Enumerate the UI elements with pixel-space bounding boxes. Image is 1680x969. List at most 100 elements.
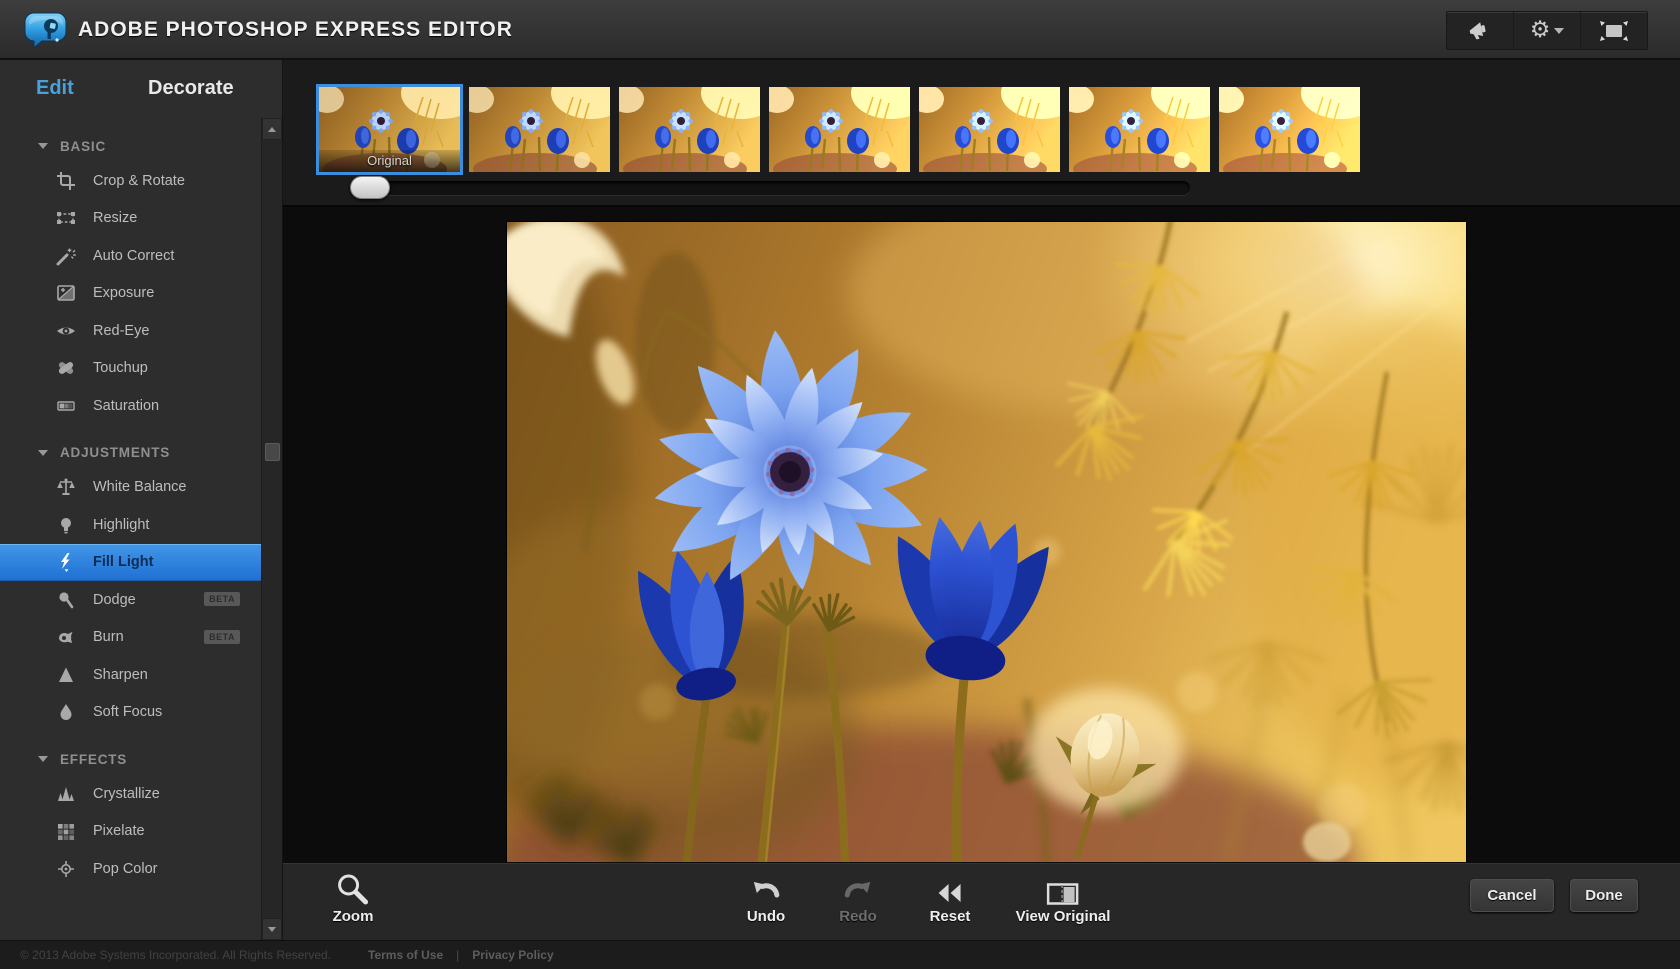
sidebar-item-label: Pixelate [93,823,145,839]
thumbnail-variant-3[interactable] [619,87,760,172]
footer-links: Terms of Use | Privacy Policy [368,948,554,962]
sidebar-item-resize[interactable]: Resize [0,200,262,238]
tab-edit[interactable]: Edit [36,60,74,112]
topbar-actions: ⚙ [1446,11,1648,50]
triangle-up-icon [268,127,276,132]
sidebar-item-touchup[interactable]: Touchup [0,350,262,388]
sidebar-item-label: Burn [93,629,124,645]
sidebar-item-label: Highlight [93,517,149,533]
privacy-policy-link[interactable]: Privacy Policy [472,948,553,962]
sidebar-item-white-balance[interactable]: White Balance [0,469,262,507]
section-label: BASIC [60,139,106,154]
terms-of-use-link[interactable]: Terms of Use [368,948,443,962]
thumbnail-variant-4[interactable] [769,87,910,172]
beta-badge: BETA [204,630,240,644]
triangle-down-icon [38,143,48,149]
sidebar-item-label: Crystallize [93,786,160,802]
triangle-down-icon [268,927,276,932]
undo-icon [747,872,785,906]
exposure-icon [56,283,76,303]
redo-button[interactable]: Redo [839,872,877,925]
fill-light-slider-handle[interactable] [350,176,390,199]
crystallize-icon [56,784,76,804]
section-header-basic[interactable]: BASIC [0,130,282,162]
sidebar-item-label: Red-Eye [93,323,149,339]
section-header-adjustments[interactable]: ADJUSTMENTS [0,437,282,469]
saturation-icon [56,396,76,416]
magic-wand-icon [56,246,76,266]
photo-canvas[interactable] [507,222,1466,862]
compare-split-icon [1016,872,1111,906]
settings-button[interactable]: ⚙ [1513,12,1580,49]
sidebar-item-label: Dodge [93,592,136,608]
cancel-button[interactable]: Cancel [1470,879,1554,912]
sidebar-item-red-eye[interactable]: Red-Eye [0,312,262,350]
footer: © 2013 Adobe Systems Incorporated. All R… [0,940,1680,969]
sidebar-item-fill-light[interactable]: Fill Light [0,544,262,582]
filmstrip: Original [283,60,1680,205]
eye-icon [56,321,76,341]
caret-down-icon [1554,28,1564,34]
lightning-bolt-icon [56,552,76,572]
sidebar: Edit Decorate BASIC Crop & Rotate Resize… [0,60,283,940]
sidebar-item-crystallize[interactable]: Crystallize [0,775,262,813]
thumbnail-variant-2[interactable] [469,87,610,172]
sidebar-item-label: Soft Focus [93,704,162,720]
thumbnail-label: Original [319,150,460,172]
sidebar-item-burn[interactable]: Burn BETA [0,619,262,657]
scroll-thumb[interactable] [265,443,280,461]
copyright-text: © 2013 Adobe Systems Incorporated. All R… [20,948,331,962]
app-title: ADOBE PHOTOSHOP EXPRESS EDITOR [78,0,513,60]
resize-icon [56,208,76,228]
sidebar-item-saturation[interactable]: Saturation [0,387,262,425]
view-original-button[interactable]: View Original [1016,872,1111,925]
sidebar-item-highlight[interactable]: Highlight [0,506,262,544]
announcements-button[interactable] [1447,12,1513,49]
sidebar-scrollbar[interactable] [261,118,282,940]
droplet-icon [56,702,76,722]
sidebar-item-auto-correct[interactable]: Auto Correct [0,237,262,275]
sidebar-item-label: Exposure [93,285,154,301]
sidebar-item-crop-rotate[interactable]: Crop & Rotate [0,162,262,200]
editing-canvas [283,205,1680,862]
sidebar-item-dodge[interactable]: Dodge BETA [0,581,262,619]
section-header-effects[interactable]: EFFECTS [0,743,282,775]
tab-decorate[interactable]: Decorate [148,60,234,112]
sidebar-item-soft-focus[interactable]: Soft Focus [0,694,262,732]
bottom-toolbar: Zoom Undo Redo Reset View Original [283,862,1680,940]
topbar: ADOBE PHOTOSHOP EXPRESS EDITOR ⚙ [0,0,1680,60]
fullscreen-button[interactable] [1580,12,1647,49]
sidebar-item-label: Resize [93,210,137,226]
section-label: EFFECTS [60,752,127,767]
sidebar-item-label: Saturation [93,398,159,414]
pixel-grid-icon [56,821,76,841]
dodge-tool-icon [56,590,76,610]
sidebar-item-exposure[interactable]: Exposure [0,275,262,313]
sidebar-item-pop-color[interactable]: Pop Color [0,850,262,888]
thumbnail-original[interactable]: Original [319,87,460,172]
thumbnail-variant-6[interactable] [1069,87,1210,172]
triangle-down-icon [38,756,48,762]
thumbnail-variant-7[interactable] [1219,87,1360,172]
sidebar-item-label: Pop Color [93,861,157,877]
thumbnail-variant-5[interactable] [919,87,1060,172]
sharpen-triangle-icon [56,665,76,685]
photoshop-express-editor-window: ADOBE PHOTOSHOP EXPRESS EDITOR ⚙ [0,0,1680,969]
sidebar-item-label: Touchup [93,360,148,376]
triangle-down-icon [38,450,48,456]
scroll-up-button[interactable] [262,118,282,140]
burn-tool-icon [56,627,76,647]
megaphone-icon [1467,19,1493,43]
undo-button[interactable]: Undo [747,872,785,925]
redo-icon [839,872,877,906]
reset-button[interactable]: Reset [930,872,971,925]
sidebar-item-sharpen[interactable]: Sharpen [0,656,262,694]
sidebar-item-label: White Balance [93,479,187,495]
scales-icon [56,477,76,497]
scroll-down-button[interactable] [262,918,282,940]
section-label: ADJUSTMENTS [60,445,170,460]
fill-light-slider-track[interactable] [355,181,1190,195]
zoom-tool-button[interactable]: Zoom [333,872,374,925]
sidebar-item-pixelate[interactable]: Pixelate [0,813,262,851]
done-button[interactable]: Done [1570,879,1638,912]
